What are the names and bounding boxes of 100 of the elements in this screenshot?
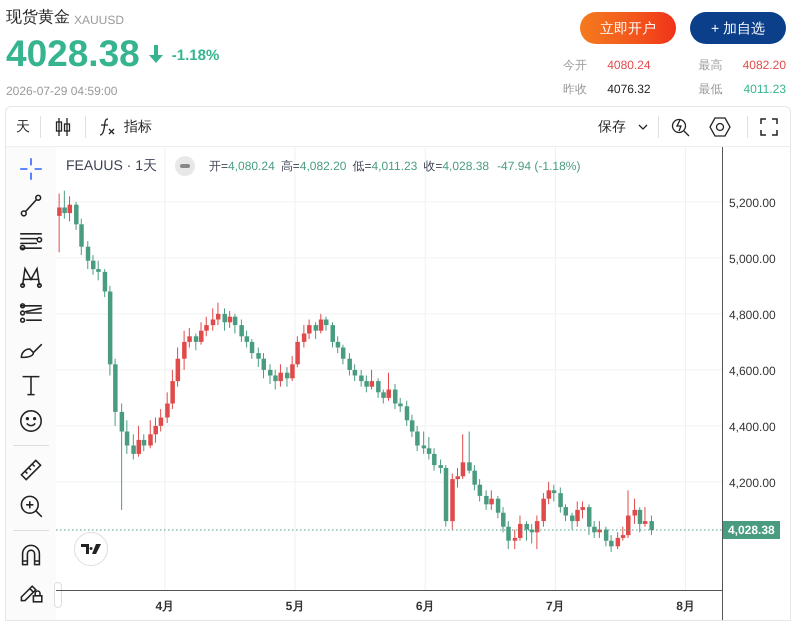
candlestick — [165, 392, 170, 424]
candlestick — [187, 327, 192, 348]
candlestick — [170, 369, 175, 410]
candlestick — [124, 420, 130, 454]
legend-value: 低=4,011.23 — [352, 158, 418, 174]
candlestick-icon[interactable] — [55, 116, 71, 136]
collapse-legend-button[interactable] — [175, 156, 196, 176]
legend-change: -47.94 (-1.18%) — [497, 158, 580, 174]
candlestick — [518, 515, 522, 542]
candlestick — [79, 218, 84, 256]
candlestick — [506, 520, 511, 550]
candlestick — [199, 322, 204, 346]
candlestick — [501, 506, 506, 533]
candlestick — [102, 268, 108, 298]
candlestick — [278, 364, 283, 388]
candlestick — [364, 375, 369, 393]
indicators-button[interactable]: 指标 — [86, 107, 164, 146]
candlestick — [57, 192, 62, 253]
stat-value: 4082.20 — [742, 57, 786, 74]
candlestick — [142, 434, 146, 452]
candlestick — [642, 506, 648, 528]
collapse-toolbar-button[interactable] — [54, 582, 62, 608]
candlestick — [330, 322, 336, 348]
candlestick — [432, 448, 437, 472]
pattern-icon[interactable] — [19, 265, 43, 289]
candlestick — [194, 332, 198, 351]
candlestick — [336, 336, 340, 354]
instrument-symbol: XAUUSD — [74, 12, 124, 29]
function-icon — [98, 116, 116, 136]
candlestick — [541, 492, 546, 528]
candlestick — [314, 322, 318, 340]
candlestick — [131, 434, 136, 460]
price-axis-label: 4,800.00 — [729, 306, 776, 324]
price-axis-label: 4,200.00 — [729, 474, 776, 492]
current-price: 4028.38 — [6, 32, 140, 76]
candlestick — [580, 501, 585, 519]
candlestick — [232, 313, 238, 334]
trend-line-icon[interactable] — [19, 193, 43, 217]
fibonacci-icon[interactable] — [19, 301, 43, 325]
candlestick — [307, 318, 312, 340]
time-axis-label: 5月 — [286, 598, 304, 615]
candlestick — [376, 378, 381, 398]
candlestick — [558, 487, 563, 514]
minus-icon — [180, 164, 190, 168]
candlestick — [638, 506, 642, 533]
candlestick — [340, 344, 346, 365]
timestamp: 2026-07-29 04:59:00 — [6, 83, 118, 100]
candlestick — [530, 523, 534, 544]
time-axis-label: 8月 — [676, 598, 695, 615]
price-axis-label: 4,400.00 — [729, 418, 776, 436]
candlestick — [216, 302, 220, 326]
candlestick — [68, 196, 72, 222]
candlestick — [484, 490, 489, 510]
candlestick — [570, 512, 575, 530]
last-price-tag: 4,028.38 — [723, 520, 780, 539]
candlestick — [250, 338, 254, 360]
candlestick — [370, 369, 374, 390]
candlestick — [534, 515, 540, 550]
candlestick — [586, 504, 592, 536]
settings-icon[interactable] — [709, 116, 731, 136]
lightning-search-icon[interactable] — [671, 116, 691, 136]
candlestick — [489, 490, 494, 510]
candlestick — [262, 352, 266, 379]
smiley-icon[interactable] — [19, 409, 43, 433]
candlestick — [616, 532, 620, 550]
candlestick — [153, 417, 158, 444]
candlestick — [284, 366, 290, 388]
candlestick — [120, 403, 124, 510]
candlestick — [62, 190, 67, 220]
zoom-in-icon[interactable] — [19, 494, 43, 518]
chevron-down-icon[interactable] — [638, 124, 648, 130]
candlestick — [324, 316, 329, 332]
ruler-icon[interactable] — [19, 458, 43, 482]
stat-value: 4076.32 — [607, 81, 651, 98]
legend-symbol: FEAUUS · 1天 — [66, 156, 158, 175]
candlestick — [512, 529, 518, 550]
candlestick — [604, 526, 608, 547]
add-watchlist-button[interactable]: + 加自选 — [690, 12, 786, 44]
legend-value: 开=4,080.24 — [209, 158, 275, 174]
candlestick — [626, 490, 631, 538]
candlestick — [609, 534, 614, 552]
save-button[interactable]: 保存 — [590, 107, 634, 146]
stat-label: 最低 — [698, 81, 723, 98]
interval-button[interactable]: 天 — [6, 107, 40, 146]
candlestick — [86, 240, 90, 270]
candlestick — [649, 515, 654, 536]
time-axis-label: 4月 — [155, 598, 174, 615]
magnet-icon[interactable] — [19, 543, 43, 567]
fullscreen-icon[interactable] — [760, 118, 778, 136]
crosshair-icon[interactable] — [19, 157, 43, 181]
candlestick — [381, 389, 386, 404]
candlestick — [295, 336, 300, 368]
candlestick — [415, 425, 420, 452]
candlestick — [496, 495, 500, 519]
stat-value: 4080.24 — [607, 57, 651, 74]
candlestick — [426, 436, 432, 460]
instrument-name: 现货黄金 — [6, 8, 70, 28]
candlestick — [239, 318, 244, 342]
candlestick — [455, 467, 460, 488]
candlestick — [222, 308, 227, 332]
